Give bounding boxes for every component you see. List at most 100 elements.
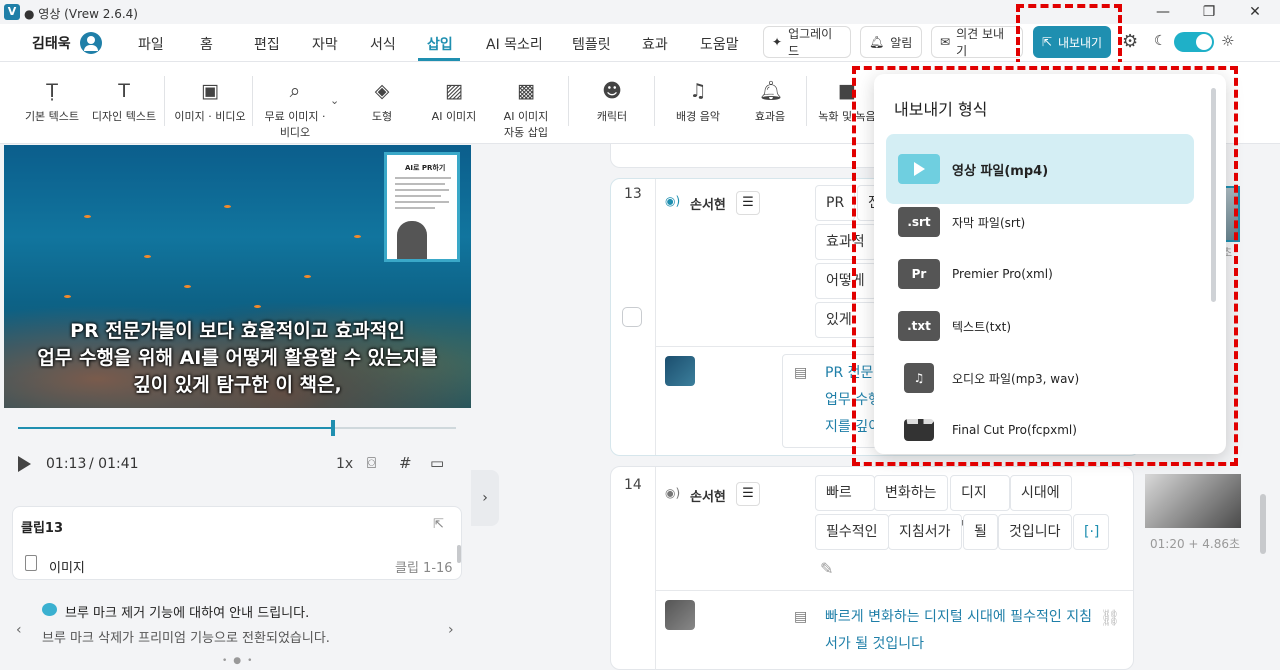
tool-shapes[interactable]: ◈ 도형 bbox=[342, 80, 422, 124]
alarm-button[interactable]: 🔔︎ 알림 bbox=[860, 26, 922, 58]
tool-sound-effect[interactable]: 🔔︎ 효과음 bbox=[730, 80, 810, 124]
word-chip[interactable]: PR bbox=[815, 185, 855, 221]
menu-insert[interactable]: 삽입 bbox=[427, 34, 453, 54]
fish bbox=[64, 295, 71, 298]
progress-fill bbox=[18, 427, 333, 429]
word-chip[interactable]: 변화하는 bbox=[874, 475, 948, 511]
next-arrow-icon[interactable]: › bbox=[448, 622, 454, 638]
scene-thumbnail[interactable] bbox=[665, 356, 695, 386]
close-button[interactable]: ✕ bbox=[1232, 2, 1278, 22]
menu-effects[interactable]: 효과 bbox=[642, 34, 668, 54]
shapes-icon: ◈ bbox=[374, 80, 390, 102]
screenshot-icon[interactable]: ⌼ bbox=[367, 454, 376, 472]
maximize-button[interactable]: ❐ bbox=[1186, 2, 1232, 22]
pagination-dots[interactable]: •●• bbox=[222, 656, 258, 666]
word-chip[interactable]: 빠르게 bbox=[815, 475, 875, 535]
speaker-name[interactable]: 손서현 bbox=[690, 486, 726, 505]
scene-checkbox[interactable] bbox=[622, 307, 642, 327]
speaker-name[interactable]: 손서현 bbox=[690, 194, 726, 213]
minimize-button[interactable]: — bbox=[1140, 2, 1186, 22]
user-name[interactable]: 김태욱 bbox=[32, 33, 71, 53]
open-external-icon[interactable]: ⇱ bbox=[433, 517, 444, 532]
unlink-icon[interactable]: ⛓ bbox=[1100, 608, 1120, 627]
notice-body: 브루 마크 삭제가 프리미엄 기능으로 전환되었습니다. bbox=[42, 631, 330, 646]
ai-image-icon: ▨ bbox=[445, 80, 463, 102]
fish bbox=[184, 285, 191, 288]
tool-design-text[interactable]: T 디자인 텍스트 bbox=[84, 80, 164, 124]
toolbar-divider bbox=[568, 76, 569, 126]
speaker-settings-icon[interactable]: ☰ bbox=[736, 191, 760, 215]
text-box-icon: Ṭ bbox=[46, 80, 58, 102]
speaker-icon: ◉) bbox=[665, 486, 681, 500]
clip-type: 이미지 bbox=[49, 561, 85, 576]
image-clip-icon bbox=[25, 555, 37, 571]
word-chip[interactable]: 필수적인 bbox=[815, 514, 889, 550]
word-chip[interactable]: 시대에 bbox=[1010, 475, 1072, 511]
scene-number: 14 bbox=[624, 477, 642, 493]
upgrade-button[interactable]: ✦ 업그레이드 bbox=[763, 26, 851, 58]
menu-ai-voice[interactable]: AI 목소리 bbox=[486, 34, 543, 54]
chevron-down-icon[interactable]: ⌄ bbox=[330, 94, 339, 107]
feedback-button[interactable]: ✉ 의견 보내기 bbox=[931, 26, 1023, 58]
subtitle-icon: ▤ bbox=[794, 609, 808, 625]
progress-handle[interactable] bbox=[331, 420, 335, 436]
clip-scrollbar[interactable] bbox=[457, 545, 461, 563]
fish bbox=[84, 215, 91, 218]
image-icon: ▣ bbox=[201, 80, 219, 102]
tool-character[interactable]: ☻ 캐릭터 bbox=[572, 80, 652, 124]
word-chip[interactable]: 것입니다 bbox=[998, 514, 1072, 550]
menu-home[interactable]: 홈 bbox=[200, 34, 213, 54]
collapse-panel-button[interactable]: › bbox=[471, 470, 499, 526]
tool-free-image[interactable]: ⌕ 무료 이미지 · 비디오 bbox=[255, 80, 335, 140]
sun-icon: ☼ bbox=[1221, 32, 1235, 50]
tool-bgm[interactable]: ♫ 배경 음악 bbox=[658, 80, 738, 124]
tool-ai-image[interactable]: ▨ AI 이미지 bbox=[414, 80, 494, 124]
theme-toggle[interactable] bbox=[1174, 32, 1214, 52]
author-photo bbox=[397, 221, 427, 259]
text-line bbox=[395, 177, 451, 179]
word-chip[interactable]: 지침서가 bbox=[888, 514, 962, 550]
sparkle-icon: ✦ bbox=[772, 35, 783, 49]
toolbar-divider bbox=[252, 76, 253, 126]
clip-thumbnail[interactable] bbox=[1145, 474, 1241, 528]
avatar[interactable] bbox=[80, 32, 102, 54]
scene-number: 13 bbox=[624, 186, 642, 202]
main-scrollbar[interactable] bbox=[1260, 494, 1266, 554]
menu-help[interactable]: 도움말 bbox=[700, 34, 739, 54]
book-overlay-image[interactable]: AI로 PR하기 bbox=[384, 152, 460, 262]
toolbar-divider bbox=[164, 76, 165, 126]
subtitle-toggle-icon[interactable]: ▭ bbox=[430, 454, 444, 472]
window-title: ● 영상 (Vrew 2.6.4) bbox=[24, 7, 138, 21]
prev-arrow-icon[interactable]: ‹ bbox=[16, 622, 22, 638]
subtitle-text[interactable]: 빠르게 변화하는 디지털 시대에 필수적인 지침 서가 될 것입니다 bbox=[825, 604, 1097, 658]
subtitle-icon: ▤ bbox=[794, 365, 808, 381]
scene-divider bbox=[655, 179, 656, 455]
pause-chip[interactable]: [·] bbox=[1073, 514, 1109, 550]
design-text-icon: T bbox=[118, 80, 130, 102]
bell-icon: 🔔︎ bbox=[759, 80, 784, 102]
word-chip[interactable]: 디지털 bbox=[950, 475, 1010, 535]
image-search-icon: ⌕ bbox=[289, 80, 301, 102]
speed-button[interactable]: 1x bbox=[336, 456, 353, 472]
notice-title: 브루 마크 제거 기능에 대하여 안내 드립니다. bbox=[65, 606, 310, 621]
pencil-icon[interactable]: ✎ bbox=[820, 559, 833, 578]
scene-divider bbox=[655, 467, 656, 670]
word-chip[interactable]: 될 bbox=[963, 514, 998, 550]
menu-edit[interactable]: 편집 bbox=[254, 34, 280, 54]
tool-basic-text[interactable]: Ṭ 기본 텍스트 bbox=[12, 80, 92, 124]
tool-ai-image-auto[interactable]: ▩ AI 이미지 자동 삽입 bbox=[486, 80, 566, 140]
gear-icon[interactable]: ⚙ bbox=[1122, 31, 1138, 52]
menu-subtitle[interactable]: 자막 bbox=[312, 34, 338, 54]
menu-format[interactable]: 서식 bbox=[370, 34, 396, 54]
scene-thumbnail[interactable] bbox=[665, 600, 695, 630]
grid-icon[interactable]: # bbox=[399, 454, 412, 472]
play-icon[interactable] bbox=[18, 456, 31, 472]
tool-image-video[interactable]: ▣ 이미지 · 비디오 bbox=[170, 80, 250, 124]
fish bbox=[254, 305, 261, 308]
menu-template[interactable]: 템플릿 bbox=[572, 34, 611, 54]
mail-icon: ✉ bbox=[940, 35, 951, 49]
speaker-icon: ◉) bbox=[665, 194, 681, 208]
text-line bbox=[395, 189, 449, 191]
speaker-settings-icon[interactable]: ☰ bbox=[736, 482, 760, 506]
menu-file[interactable]: 파일 bbox=[138, 34, 164, 54]
